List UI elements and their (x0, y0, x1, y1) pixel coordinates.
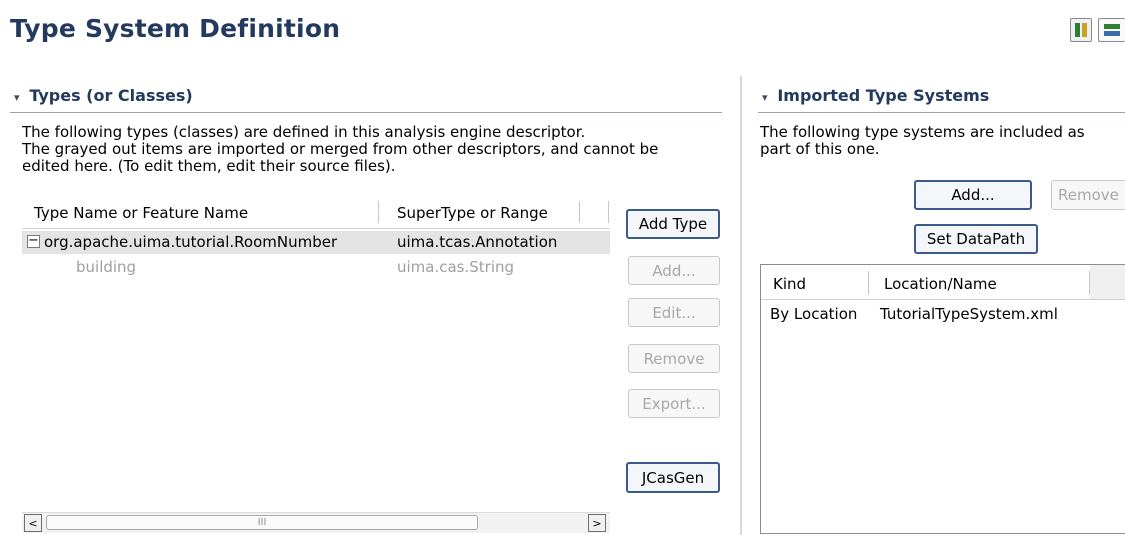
remove-button[interactable]: Remove (628, 344, 720, 373)
column-separator (579, 201, 580, 223)
imported-description-line-1: The following type systems are included … (760, 123, 1085, 141)
add-feature-button[interactable]: Add... (628, 256, 720, 285)
types-section-header[interactable]: ▾ Types (or Classes) (14, 86, 193, 105)
column-header-location[interactable]: Location/Name (884, 275, 997, 293)
export-button[interactable]: Export... (628, 389, 720, 418)
table-row[interactable]: − org.apache.uima.tutorial.RoomNumber ui… (22, 231, 610, 254)
imported-types-table[interactable]: Kind Location/Name By Location TutorialT… (760, 264, 1125, 534)
collapse-icon[interactable]: ▾ (14, 91, 20, 104)
location-cell: TutorialTypeSystem.xml (880, 305, 1058, 323)
types-tree-table[interactable]: Type Name or Feature Name SuperType or R… (22, 196, 610, 533)
column-header-kind[interactable]: Kind (773, 275, 806, 293)
column-header-type-name[interactable]: Type Name or Feature Name (34, 204, 248, 222)
layout-columns-icon[interactable] (1070, 18, 1092, 42)
types-section-title: Types (or Classes) (29, 86, 193, 105)
imported-section-rule (758, 112, 1125, 113)
supertype-cell: uima.tcas.Annotation (397, 233, 558, 251)
type-name-cell: org.apache.uima.tutorial.RoomNumber (44, 233, 338, 251)
types-description-line-1: The following types (classes) are define… (22, 123, 586, 141)
column-separator (378, 201, 379, 223)
scroll-right-button[interactable]: > (588, 514, 606, 532)
collapse-icon[interactable]: ▾ (762, 91, 768, 104)
types-description-line-3: edited here. (To edit them, edit their s… (22, 157, 396, 175)
section-divider (740, 76, 742, 535)
scroll-left-button[interactable]: < (24, 514, 42, 532)
page-title: Type System Definition (10, 14, 341, 43)
kind-cell: By Location (770, 305, 858, 323)
imported-section-title: Imported Type Systems (777, 86, 990, 105)
remove-import-button[interactable]: Remove (1051, 180, 1125, 210)
layout-rows-icon[interactable] (1098, 18, 1125, 42)
column-separator (868, 271, 869, 295)
feature-name-cell: building (76, 258, 137, 276)
table-header-filler (1090, 265, 1125, 299)
table-row[interactable]: By Location TutorialTypeSystem.xml (761, 303, 1125, 325)
scrollbar-thumb[interactable]: III (46, 515, 478, 530)
imported-section-header[interactable]: ▾ Imported Type Systems (762, 86, 989, 105)
types-section-rule (10, 112, 722, 113)
collapse-tree-icon[interactable]: − (27, 234, 40, 248)
column-header-supertype[interactable]: SuperType or Range (397, 204, 548, 222)
column-separator (608, 201, 609, 223)
types-description-line-2: The grayed out items are imported or mer… (22, 140, 659, 158)
horizontal-scrollbar[interactable]: < III > (22, 512, 610, 533)
scrollbar-grip: III (257, 517, 267, 528)
table-row[interactable]: building uima.cas.String (22, 256, 610, 279)
edit-button[interactable]: Edit... (628, 298, 720, 327)
set-datapath-button[interactable]: Set DataPath (914, 224, 1038, 254)
add-import-button[interactable]: Add... (914, 180, 1032, 210)
jcasgen-button[interactable]: JCasGen (626, 462, 720, 493)
imported-description-line-2: part of this one. (760, 140, 880, 158)
add-type-button[interactable]: Add Type (626, 209, 720, 239)
feature-range-cell: uima.cas.String (397, 258, 515, 276)
